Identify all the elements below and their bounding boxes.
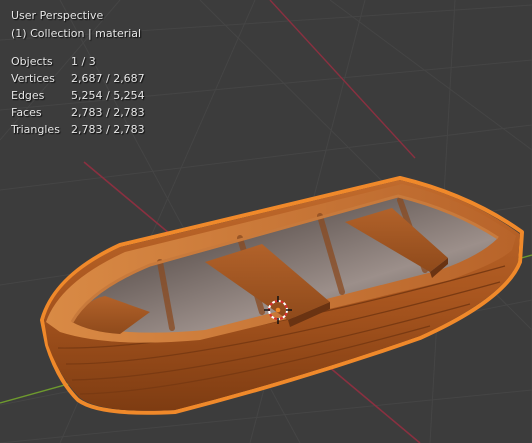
stat-label-vertices: Vertices — [11, 72, 55, 85]
stat-value-triangles: 2,783 / 2,783 — [71, 123, 145, 136]
stat-value-vertices: 2,687 / 2,687 — [71, 72, 145, 85]
boat-object[interactable] — [40, 176, 524, 415]
stat-label-objects: Objects — [11, 55, 53, 68]
x-axis-line-top — [269, 0, 416, 159]
stat-value-edges: 5,254 / 5,254 — [71, 89, 145, 102]
stat-value-faces: 2,783 / 2,783 — [71, 106, 145, 119]
stat-value-objects: 1 / 3 — [71, 55, 96, 68]
stat-label-edges: Edges — [11, 89, 45, 102]
stat-label-faces: Faces — [11, 106, 42, 119]
collection-info: (1) Collection | material — [11, 27, 142, 40]
view-name: User Perspective — [11, 9, 104, 22]
3d-viewport[interactable]: User Perspective (1) Collection | materi… — [0, 0, 532, 443]
stat-label-triangles: Triangles — [11, 123, 60, 136]
